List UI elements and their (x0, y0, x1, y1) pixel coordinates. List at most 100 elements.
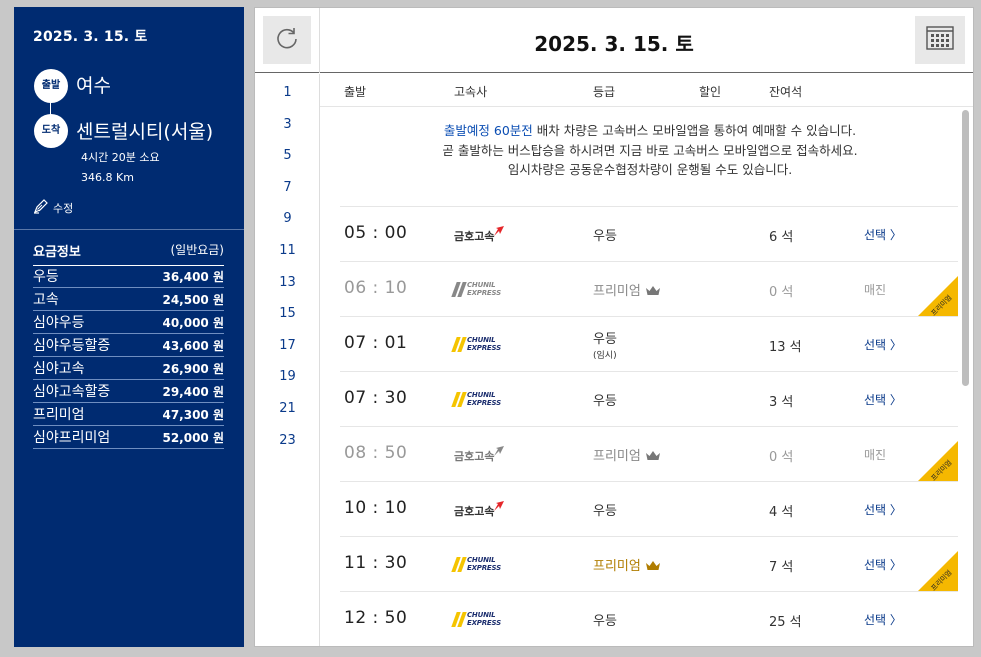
fare-grade: 심야고속할증 (33, 384, 111, 400)
chunil-word-2: EXPRESS (467, 344, 501, 352)
crown-icon (641, 284, 661, 299)
scrollbar-thumb[interactable] (962, 110, 969, 386)
premium-ribbon: 프리미엄 (918, 551, 958, 591)
fare-grade: 심야우등할증 (33, 338, 111, 354)
edit-route-button[interactable]: 수정 (33, 198, 73, 217)
hour-link-21[interactable]: 21 (255, 401, 320, 416)
kumho-logo-text: 금호고속 (454, 449, 495, 463)
notice-line-1-text: 배차 차량은 고속버스 모바일앱을 통하여 예매할 수 있습니다. (532, 123, 857, 138)
company-logo: 금호고속 (454, 223, 505, 245)
chunil-wordmark: CHUNIL EXPRESS (467, 336, 501, 352)
chunil-logo: CHUNIL EXPRESS (451, 611, 501, 627)
company-logo: CHUNIL EXPRESS (451, 608, 501, 630)
hour-link-23[interactable]: 23 (255, 433, 320, 448)
calendar-button[interactable] (915, 16, 965, 64)
bus-grade: 우등 (임시) (593, 328, 617, 361)
scrollbar[interactable] (960, 108, 970, 644)
fare-amount: 43,600 원 (162, 338, 224, 353)
col-discount: 할인 (699, 85, 722, 99)
schedule-row[interactable]: 12 : 50 CHUNIL EXPRESS 우등 25 석 선택 〉 (340, 591, 958, 646)
refresh-button[interactable] (263, 16, 311, 64)
hour-link-11[interactable]: 11 (255, 243, 320, 258)
remaining-seats: 25 석 (769, 615, 802, 630)
chunil-bars-icon (451, 611, 467, 627)
grade-label: 프리미엄 (593, 284, 641, 299)
crown-icon (641, 449, 661, 464)
hour-link-19[interactable]: 19 (255, 369, 320, 384)
fare-subtitle: (일반요금) (170, 243, 224, 257)
select-button[interactable]: 선택 〉 (864, 611, 902, 628)
column-header: 출발 고속사 등급 할인 잔여석 (320, 74, 973, 107)
fare-row: 고속 24,500 원 (33, 288, 224, 311)
grade-label: 우등 (593, 332, 617, 347)
fare-amount: 36,400 원 (162, 269, 224, 284)
hour-link-13[interactable]: 13 (255, 275, 320, 290)
chunil-word-2: EXPRESS (467, 399, 501, 407)
col-company: 고속사 (454, 85, 488, 99)
departure-time: 11 : 30 (344, 553, 408, 573)
bus-grade: 우등 (593, 390, 617, 409)
fare-list: 우등 36,400 원 고속 24,500 원 심야우등 40,000 원 심야우등할증 43… (33, 265, 224, 449)
fare-amount: 40,000 원 (162, 315, 224, 330)
hour-link-3[interactable]: 3 (255, 117, 320, 132)
schedule-row[interactable]: 07 : 30 CHUNIL EXPRESS 우등 3 석 선택 〉 (340, 371, 958, 426)
schedule-row[interactable]: 11 : 30 CHUNIL EXPRESS 프리미엄 7 석 선택 〉 프리미엄 (340, 536, 958, 591)
chunil-logo: CHUNIL EXPRESS (451, 391, 501, 407)
departure-time: 10 : 10 (344, 498, 408, 518)
trip-duration: 4시간 20분 소요 (81, 151, 160, 164)
schedule-row[interactable]: 05 : 00 금호고속 우등 6 석 선택 〉 (340, 206, 958, 261)
grade-label: 우등 (593, 229, 617, 244)
hour-link-15[interactable]: 15 (255, 306, 320, 321)
chunil-wordmark: CHUNIL EXPRESS (467, 556, 501, 572)
chunil-bars-icon (451, 336, 467, 352)
hour-index: 1 3 5 7 9 11 13 15 17 19 21 23 (255, 74, 320, 646)
bus-grade: 프리미엄 (593, 445, 661, 464)
page-title: 2025. 3. 15. 토 (534, 32, 694, 56)
bus-grade: 우등 (593, 225, 617, 244)
chunil-word-1: CHUNIL (467, 611, 496, 619)
bus-grade: 우등 (593, 610, 617, 629)
hour-link-7[interactable]: 7 (255, 180, 320, 195)
departure-time: 06 : 10 (344, 278, 408, 298)
select-button[interactable]: 선택 〉 (864, 391, 902, 408)
schedule-row[interactable]: 06 : 10 CHUNIL EXPRESS 프리미엄 0 석 매진 프리미엄 (340, 261, 958, 316)
premium-ribbon: 프리미엄 (918, 276, 958, 316)
select-button[interactable]: 선택 〉 (864, 336, 902, 353)
remaining-seats: 0 석 (769, 450, 794, 465)
select-button[interactable]: 선택 〉 (864, 501, 902, 518)
remaining-seats: 6 석 (769, 230, 794, 245)
remaining-seats: 7 석 (769, 560, 794, 575)
kumho-logo: 금호고속 (454, 225, 505, 244)
fare-grade: 프리미엄 (33, 407, 85, 423)
notice-line-2: 곧 출발하는 버스탑승을 하시려면 지금 바로 고속버스 모바일앱으로 접속하세… (442, 142, 858, 158)
sidebar-date: 2025. 3. 15. 토 (33, 29, 148, 45)
hour-link-17[interactable]: 17 (255, 338, 320, 353)
hour-link-5[interactable]: 5 (255, 148, 320, 163)
departure-badge: 출발 (34, 69, 68, 103)
route-summary-panel: 2025. 3. 15. 토 출발 여수 도착 센트럴시티(서울) 4시간 20… (14, 7, 244, 647)
select-button[interactable]: 선택 〉 (864, 556, 902, 573)
calendar-icon (926, 26, 954, 54)
schedule-list: 05 : 00 금호고속 우등 6 석 선택 〉 06 : 10 CHUNIL EXPRESS… (340, 206, 958, 646)
kumho-logo: 금호고속 (454, 445, 505, 464)
chunil-wordmark: CHUNIL EXPRESS (467, 611, 501, 627)
chunil-logo: CHUNIL EXPRESS (451, 556, 501, 572)
fare-title: 요금정보 (33, 245, 81, 260)
schedule-row[interactable]: 07 : 01 CHUNIL EXPRESS 우등 (임시) 13 석 선택 〉 (340, 316, 958, 371)
departure-time: 12 : 50 (344, 608, 408, 628)
crown-icon (641, 559, 661, 574)
departure-city: 여수 (76, 75, 111, 97)
fare-row: 프리미엄 47,300 원 (33, 403, 224, 426)
kumho-swoosh-icon (494, 500, 505, 519)
grade-label: 우등 (593, 614, 617, 629)
hour-link-9[interactable]: 9 (255, 211, 320, 226)
chunil-logo: CHUNIL EXPRESS (451, 336, 501, 352)
schedule-panel: 2025. 3. 15. 토 1 3 5 7 9 11 13 15 17 19 21 23 출발 고속… (254, 7, 974, 647)
schedule-row[interactable]: 10 : 10 금호고속 우등 4 석 선택 〉 (340, 481, 958, 536)
schedule-row[interactable]: 08 : 50 금호고속 프리미엄 0 석 매진 프리미엄 (340, 426, 958, 481)
chunil-logo: CHUNIL EXPRESS (451, 281, 501, 297)
hour-link-1[interactable]: 1 (255, 85, 320, 100)
fare-header: 요금정보 (일반요금) (33, 241, 224, 266)
select-button[interactable]: 선택 〉 (864, 226, 902, 243)
remaining-seats: 3 석 (769, 395, 794, 410)
